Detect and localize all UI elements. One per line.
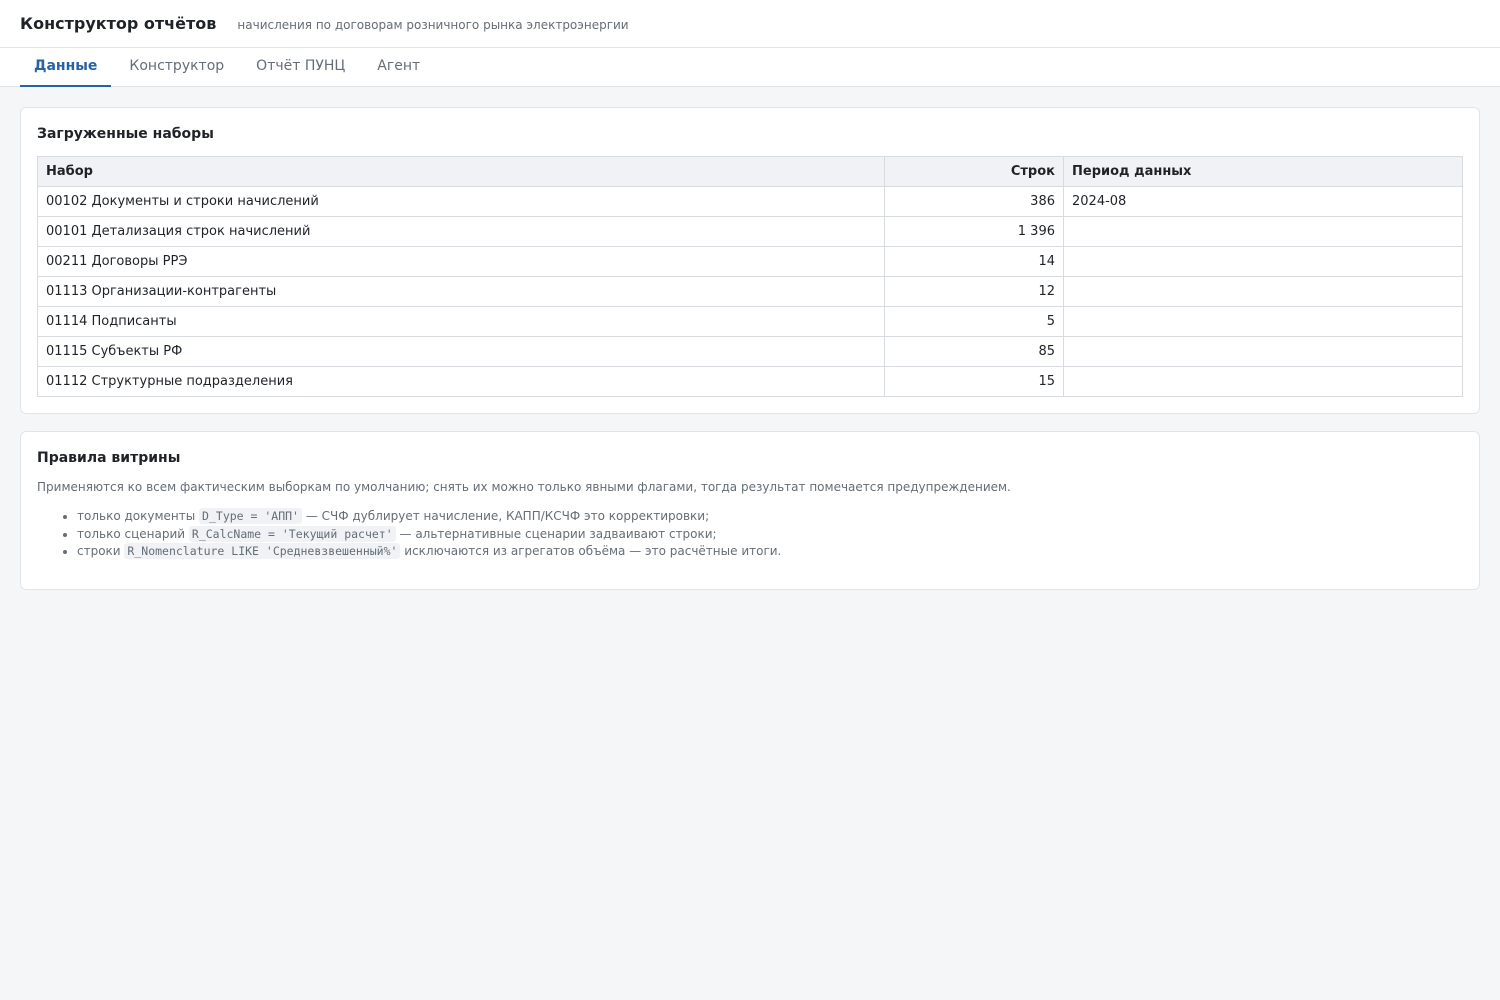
rule-code: R_CalcName = 'Текущий расчет'	[188, 525, 396, 542]
app-subtitle: начисления по договорам розничного рынка…	[237, 18, 629, 32]
rule-text: только сценарий	[77, 526, 186, 541]
rules-list: только документы D_Type = 'АПП' — СЧФ ду…	[37, 508, 1463, 561]
tab-bar: Данные Конструктор Отчёт ПУНЦ Агент	[0, 48, 1500, 87]
dataset-row-count: 1 396	[884, 216, 1064, 247]
dataset-name: 00211 Договоры РРЭ	[37, 246, 885, 277]
rules-card: Правила витрины Применяются ко всем факт…	[20, 431, 1480, 590]
dataset-row-count: 386	[884, 186, 1064, 217]
rule-text: — СЧФ дублирует начисление, КАПП/КСЧФ эт…	[305, 509, 710, 523]
dataset-period	[1063, 336, 1463, 367]
rules-title: Правила витрины	[37, 450, 181, 466]
table-header-row: Набор Строк Период данных	[37, 156, 1463, 187]
tab-constructor[interactable]: Конструктор	[115, 48, 238, 87]
column-header-rows[interactable]: Строк	[884, 156, 1064, 187]
table-row[interactable]: 00211 Договоры РРЭ 14	[37, 246, 1463, 277]
dataset-name: 01113 Организации-контрагенты	[37, 276, 885, 307]
column-header-period[interactable]: Период данных	[1063, 156, 1463, 187]
datasets-card: Загруженные наборы Набор Строк Период да…	[20, 107, 1480, 414]
list-item: только документы D_Type = 'АПП' — СЧФ ду…	[77, 508, 1463, 526]
rule-text: только документы	[77, 509, 196, 523]
dataset-row-count: 85	[884, 336, 1064, 367]
dataset-period	[1063, 366, 1463, 397]
dataset-row-count: 5	[884, 306, 1064, 337]
app-title: Конструктор отчётов	[20, 14, 217, 33]
dataset-name: 01115 Субъекты РФ	[37, 336, 885, 367]
rule-text: исключаются из агрегатов объёма — это ра…	[404, 544, 782, 558]
table-row[interactable]: 01115 Субъекты РФ 85	[37, 336, 1463, 367]
list-item: только сценарий R_CalcName = 'Текущий ра…	[77, 525, 1463, 544]
dataset-row-count: 14	[884, 246, 1064, 277]
table-row[interactable]: 01112 Структурные подразделения 15	[37, 366, 1463, 397]
datasets-title: Загруженные наборы	[37, 126, 214, 142]
table-row[interactable]: 01113 Организации-контрагенты 12	[37, 276, 1463, 307]
dataset-period	[1063, 216, 1463, 247]
table-row[interactable]: 01114 Подписанты 5	[37, 306, 1463, 337]
dataset-name: 01114 Подписанты	[37, 306, 885, 337]
table-row[interactable]: 00101 Детализация строк начислений 1 396	[37, 216, 1463, 247]
dataset-row-count: 15	[884, 366, 1064, 397]
dataset-period	[1063, 306, 1463, 337]
tab-data[interactable]: Данные	[20, 48, 112, 87]
tab-punc-report[interactable]: Отчёт ПУНЦ	[242, 48, 359, 87]
dataset-period	[1063, 246, 1463, 277]
datasets-table: Набор Строк Период данных 00102 Документ…	[37, 156, 1463, 397]
dataset-name: 00101 Детализация строк начислений	[37, 216, 885, 247]
rule-text: строки	[77, 544, 121, 558]
rules-description: Применяются ко всем фактическим выборкам…	[37, 480, 1011, 494]
rule-code: R_Nomenclature LIKE 'Средневзвешенный%'	[124, 543, 401, 559]
tab-agent[interactable]: Агент	[363, 48, 434, 87]
rule-text: — альтернативные сценарии задваивают стр…	[399, 526, 717, 541]
dataset-period	[1063, 276, 1463, 307]
dataset-row-count: 12	[884, 276, 1064, 307]
rule-code: D_Type = 'АПП'	[199, 508, 302, 524]
dataset-name: 01112 Структурные подразделения	[37, 366, 885, 397]
list-item: строки R_Nomenclature LIKE 'Средневзвеше…	[77, 543, 1463, 561]
column-header-name[interactable]: Набор	[37, 156, 885, 187]
dataset-name: 00102 Документы и строки начислений	[37, 186, 885, 217]
top-bar: Конструктор отчётов начисления по догово…	[0, 0, 1500, 48]
dataset-period: 2024-08	[1063, 186, 1463, 217]
table-row[interactable]: 00102 Документы и строки начислений 386 …	[37, 186, 1463, 217]
